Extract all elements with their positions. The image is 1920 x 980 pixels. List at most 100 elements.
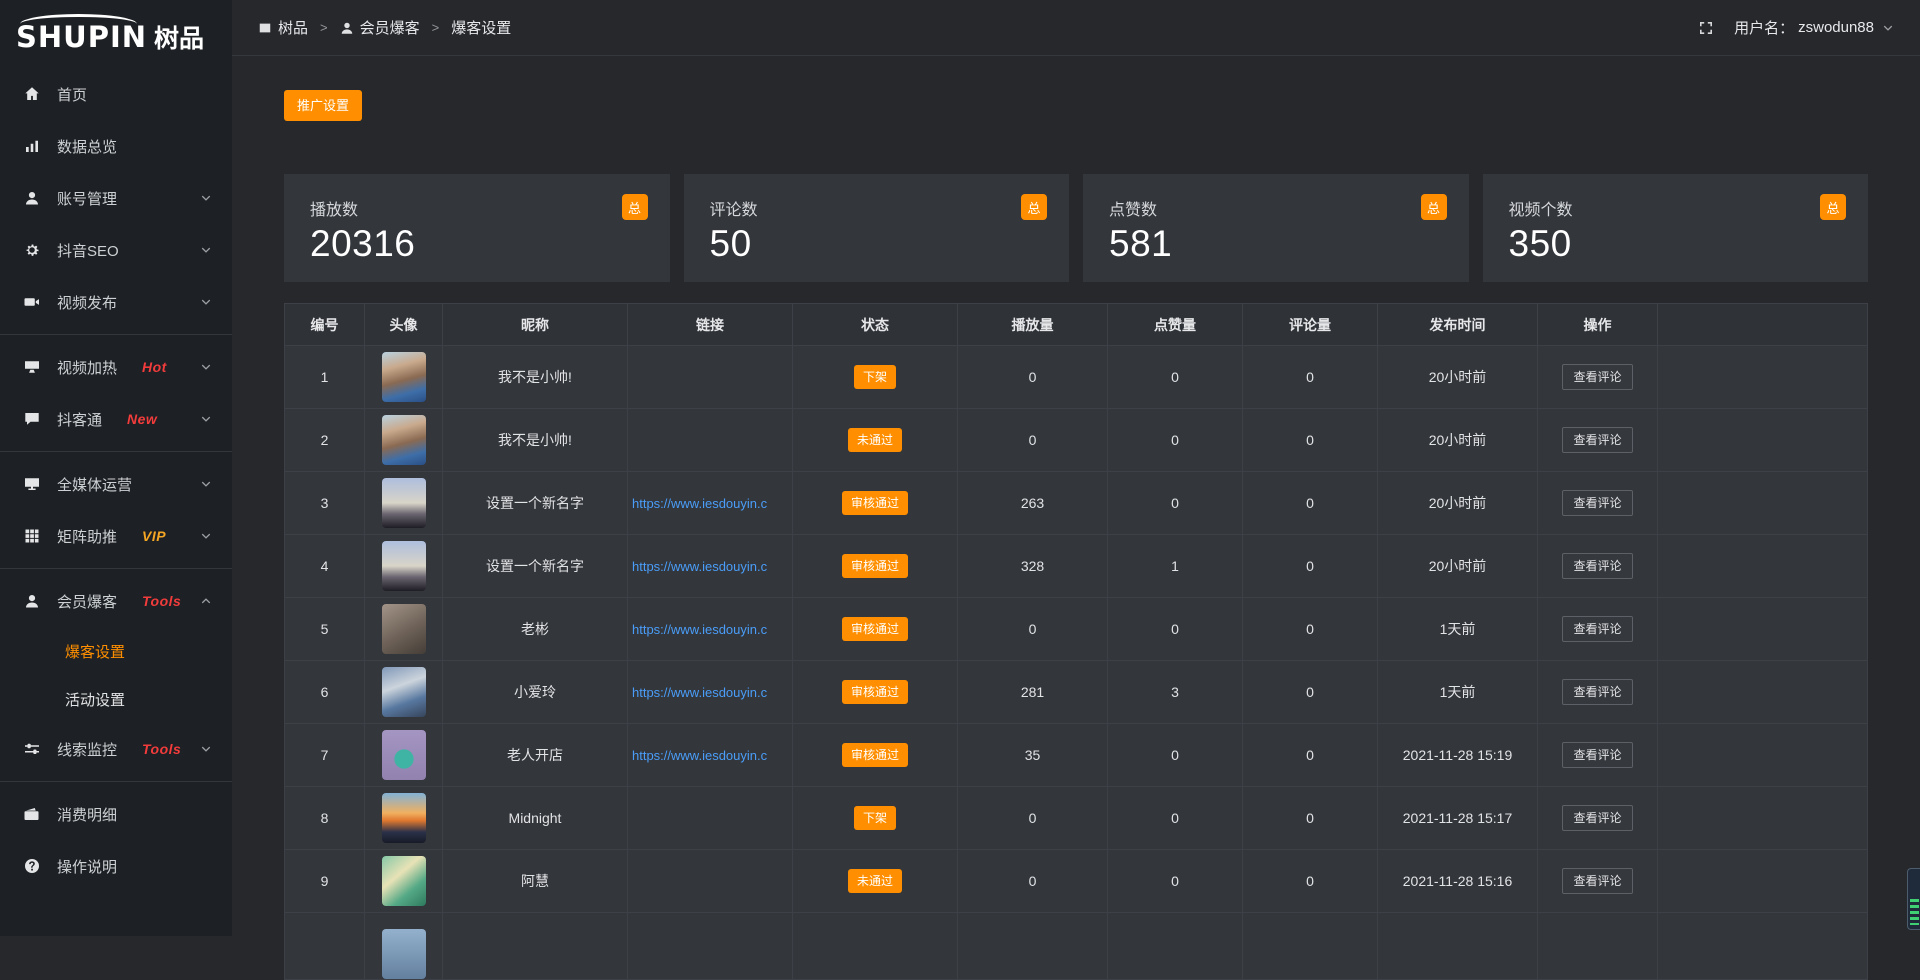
column-header-filler <box>1658 304 1868 346</box>
breadcrumb-item-0[interactable]: 树品 <box>258 17 308 38</box>
column-header-0: 编号 <box>285 304 365 346</box>
cell-avatar <box>365 787 443 850</box>
sidebar-item-7[interactable]: 全媒体运营 <box>0 458 232 510</box>
cell-plays: 0 <box>958 598 1108 661</box>
cell-time: 2021-11-28 15:16 <box>1378 850 1538 913</box>
cell-plays: 0 <box>958 787 1108 850</box>
video-link[interactable]: https://www.iesdouyin.c <box>632 748 788 763</box>
app-layout: SHUPIN 树品 首页数据总览账号管理抖音SEO 视频发布视频加热Hot抖客通N… <box>0 0 1920 936</box>
avatar <box>382 730 426 780</box>
view-comments-button[interactable]: 查看评论 <box>1562 364 1632 390</box>
status-badge[interactable]: 审核通过 <box>842 554 908 578</box>
cell-comments: 0 <box>1243 661 1378 724</box>
status-badge[interactable]: 审核通过 <box>842 617 908 641</box>
avatar <box>382 352 426 402</box>
cell-likes: 0 <box>1108 346 1243 409</box>
cell-filler <box>1658 535 1868 598</box>
status-badge[interactable]: 审核通过 <box>842 743 908 767</box>
cell-plays: 328 <box>958 535 1108 598</box>
sidebar-item-badge: Tools <box>142 593 181 609</box>
sidebar-item-12[interactable]: 操作说明 <box>0 840 232 892</box>
sidebar-item-3[interactable]: 抖音SEO <box>0 224 232 276</box>
view-comments-button[interactable]: 查看评论 <box>1562 553 1632 579</box>
downloader-progress-bars <box>1910 899 1919 925</box>
cell-action: 查看评论 <box>1538 661 1658 724</box>
sidebar-item-6[interactable]: 抖客通New <box>0 393 232 445</box>
cell-plays: 0 <box>958 409 1108 472</box>
content: 推广设置 播放数20316总评论数50总点赞数581总视频个数350总 编号头像… <box>232 56 1920 980</box>
sidebar-item-label: 视频发布 <box>57 292 117 313</box>
view-comments-button[interactable]: 查看评论 <box>1562 679 1632 705</box>
cell-link-wrap <box>628 346 793 409</box>
user-menu[interactable]: 用户名： zswodun88 <box>1734 17 1894 38</box>
column-header-3: 链接 <box>628 304 793 346</box>
videos-table: 编号头像昵称链接状态播放量点赞量评论量发布时间操作 1我不是小帅!下架00020… <box>284 303 1868 980</box>
view-comments-button[interactable]: 查看评论 <box>1562 742 1632 768</box>
floating-downloader-widget[interactable] <box>1907 868 1920 930</box>
view-comments-button[interactable]: 查看评论 <box>1562 490 1632 516</box>
cell-avatar <box>365 409 443 472</box>
stat-card-0: 播放数20316总 <box>284 174 670 282</box>
sidebar-item-0[interactable]: 首页 <box>0 68 232 120</box>
cell-plays <box>958 913 1108 980</box>
breadcrumb-label: 树品 <box>278 17 308 38</box>
sidebar-item-8[interactable]: 矩阵助推VIP <box>0 510 232 562</box>
user-icon <box>340 21 354 35</box>
sidebar-item-2[interactable]: 账号管理 <box>0 172 232 224</box>
status-badge[interactable]: 审核通过 <box>842 680 908 704</box>
view-comments-button[interactable]: 查看评论 <box>1562 805 1632 831</box>
video-link[interactable]: https://www.iesdouyin.c <box>632 622 788 637</box>
sidebar-divider <box>0 568 232 569</box>
cell-link-wrap <box>628 913 793 980</box>
sidebar-item-11[interactable]: 消费明细 <box>0 788 232 840</box>
sidebar-item-5[interactable]: 视频加热Hot <box>0 341 232 393</box>
cell-avatar <box>365 535 443 598</box>
status-badge[interactable]: 下架 <box>854 806 896 830</box>
chevron-down-icon <box>200 478 212 490</box>
username-label: 用户名： <box>1734 17 1794 38</box>
status-badge[interactable]: 未通过 <box>848 869 902 893</box>
cell-status: 审核通过 <box>793 724 958 787</box>
table-row-2: 3设置一个新名字https://www.iesdouyin.c审核通过26300… <box>285 472 1868 535</box>
status-badge[interactable]: 下架 <box>854 365 896 389</box>
fullscreen-icon[interactable] <box>1698 20 1714 36</box>
stat-card-label: 视频个数 <box>1509 196 1843 220</box>
gear-icon <box>24 242 42 258</box>
video-link[interactable]: https://www.iesdouyin.c <box>632 685 788 700</box>
breadcrumb-item-2[interactable]: 爆客设置 <box>451 17 511 38</box>
cell-number <box>285 913 365 980</box>
cell-status: 下架 <box>793 346 958 409</box>
cell-link-wrap <box>628 409 793 472</box>
chevron-down-icon <box>200 361 212 373</box>
brand-logo[interactable]: SHUPIN 树品 <box>0 0 232 56</box>
chevron-up-icon <box>200 595 212 607</box>
sidebar-item-9[interactable]: 会员爆客Tools <box>0 575 232 627</box>
status-badge[interactable]: 未通过 <box>848 428 902 452</box>
sidebar-subitem-0[interactable]: 爆客设置 <box>0 627 232 675</box>
breadcrumb-item-1[interactable]: 会员爆客 <box>340 17 420 38</box>
cell-number: 1 <box>285 346 365 409</box>
bubble-icon <box>24 411 42 427</box>
sidebar-item-label: 线索监控 <box>57 739 117 760</box>
view-comments-button[interactable]: 查看评论 <box>1562 427 1632 453</box>
cell-likes: 0 <box>1108 787 1243 850</box>
brand-logo-text: SHUPIN <box>16 23 147 52</box>
column-header-5: 播放量 <box>958 304 1108 346</box>
sidebar-item-1[interactable]: 数据总览 <box>0 120 232 172</box>
video-link[interactable]: https://www.iesdouyin.c <box>632 559 788 574</box>
cell-avatar <box>365 913 443 980</box>
cell-comments: 0 <box>1243 409 1378 472</box>
sidebar-item-10[interactable]: 线索监控Tools <box>0 723 232 775</box>
video-link[interactable]: https://www.iesdouyin.c <box>632 496 788 511</box>
sidebar-item-label: 消费明细 <box>57 804 117 825</box>
cell-comments: 0 <box>1243 787 1378 850</box>
cell-number: 8 <box>285 787 365 850</box>
sidebar-subitem-1[interactable]: 活动设置 <box>0 675 232 723</box>
promo-settings-button[interactable]: 推广设置 <box>284 90 362 121</box>
cell-status: 未通过 <box>793 850 958 913</box>
sidebar-item-4[interactable]: 视频发布 <box>0 276 232 328</box>
view-comments-button[interactable]: 查看评论 <box>1562 616 1632 642</box>
status-badge[interactable]: 审核通过 <box>842 491 908 515</box>
view-comments-button[interactable]: 查看评论 <box>1562 868 1632 894</box>
column-header-7: 评论量 <box>1243 304 1378 346</box>
